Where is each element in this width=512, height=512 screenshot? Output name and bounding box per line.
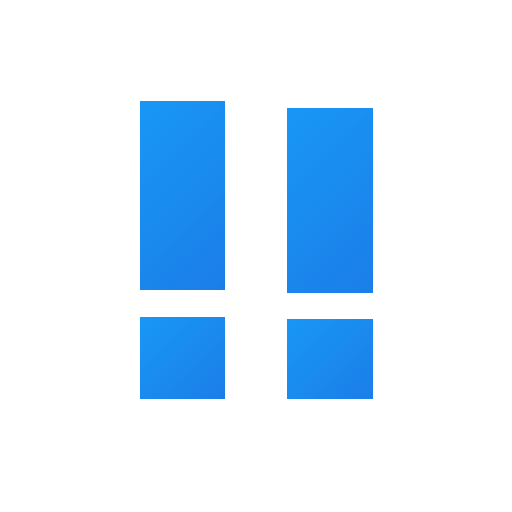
right-exclamation-bar <box>287 108 373 293</box>
left-exclamation-bar <box>140 101 225 290</box>
left-exclamation-dot <box>140 317 225 399</box>
right-exclamation-dot <box>287 319 373 399</box>
app-icon-canvas <box>0 0 512 512</box>
double-exclamation-icon <box>0 0 512 512</box>
